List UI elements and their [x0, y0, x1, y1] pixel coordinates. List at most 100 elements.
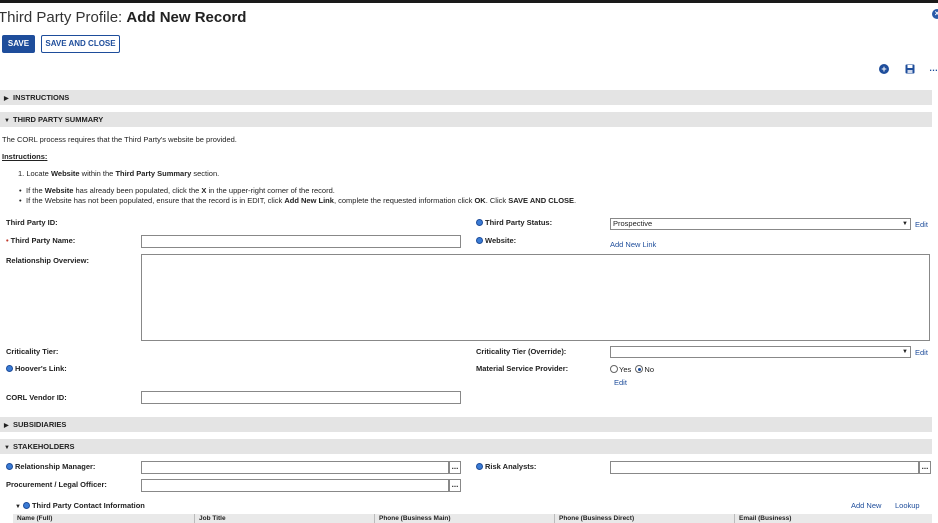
step1-text-d: Third Party Summary — [115, 169, 192, 178]
required-indicator-icon: • — [6, 236, 9, 245]
section-instructions-label: INSTRUCTIONS — [13, 93, 70, 102]
summary-intro-text: The CORL process requires that the Third… — [2, 135, 237, 144]
help-icon[interactable] — [22, 502, 30, 509]
save-button[interactable]: SAVE — [2, 35, 35, 53]
add-icon[interactable]: + — [879, 64, 889, 74]
hoovers-link-label-text: Hoover's Link: — [15, 364, 67, 373]
b2-text-b: Add New Link — [284, 196, 334, 205]
step1-text-c: within the — [79, 169, 116, 178]
third-party-name-label: • Third Party Name: — [6, 236, 75, 245]
relationship-manager-lookup-button[interactable]: ... — [449, 461, 461, 474]
help-icon[interactable] — [476, 219, 483, 226]
yes-radio-label[interactable]: Yes — [619, 365, 631, 374]
top-border — [0, 0, 938, 3]
relationship-manager-label: Relationship Manager: — [6, 462, 95, 471]
section-stakeholders-label: STAKEHOLDERS — [13, 442, 75, 451]
no-radio[interactable] — [635, 365, 644, 373]
criticality-tier-override-select[interactable]: ▼ — [610, 346, 911, 358]
collapse-arrow-icon: ▼ — [4, 445, 10, 451]
b1-text-e: in the upper-right corner of the record. — [206, 186, 335, 195]
contact-info-header-text: Third Party Contact Information — [31, 501, 145, 510]
third-party-name-label-text: Third Party Name: — [10, 236, 76, 245]
step1-text-b: Website — [50, 169, 80, 178]
procurement-officer-label: Procurement / Legal Officer: — [6, 480, 107, 489]
material-service-provider-label: Material Service Provider: — [476, 364, 569, 373]
step1-text-a: 1. Locate — [18, 169, 51, 178]
collapse-arrow-icon: ▼ — [15, 504, 21, 510]
third-party-status-label: Third Party Status: — [476, 218, 552, 227]
no-radio-label[interactable]: No — [644, 365, 654, 374]
instruction-step-1: 1. Locate Website within the Third Party… — [18, 169, 219, 178]
criticality-tier-edit-link[interactable]: Edit — [915, 348, 928, 357]
expand-arrow-icon: ▶ — [4, 423, 9, 429]
third-party-name-input[interactable] — [141, 235, 461, 248]
more-options-icon[interactable]: … — [929, 64, 938, 74]
close-icon[interactable]: × — [932, 9, 938, 19]
page-title: Third Party Profile: Add New Record — [0, 9, 246, 26]
third-party-status-label-text: Third Party Status: — [485, 218, 553, 227]
column-header-phone-direct[interactable]: Phone (Business Direct) — [555, 514, 735, 523]
website-label-text: Website: — [485, 236, 517, 245]
corl-vendor-id-input[interactable] — [141, 391, 461, 404]
b1-text-c: has already been populated, click the — [73, 186, 202, 195]
yes-radio[interactable] — [610, 365, 618, 373]
b2-text-d: OK — [474, 196, 486, 205]
risk-analysts-label-text: Risk Analysts: — [485, 462, 537, 471]
third-party-status-select[interactable]: Prospective ▼ — [610, 218, 911, 230]
b1-text-a: If the — [26, 186, 45, 195]
criticality-tier-override-label: Criticality Tier (Override): — [476, 347, 567, 356]
help-icon[interactable] — [6, 463, 13, 470]
column-header-job-title[interactable]: Job Title — [195, 514, 375, 523]
procurement-officer-input[interactable] — [141, 479, 449, 492]
step1-text-e: section. — [191, 169, 220, 178]
section-third-party-summary[interactable]: ▼ THIRD PARTY SUMMARY — [0, 112, 932, 127]
website-label: Website: — [476, 236, 516, 245]
b2-text-e: . Click — [485, 196, 509, 205]
relationship-manager-input[interactable] — [141, 461, 449, 474]
collapse-arrow-icon: ▼ — [4, 118, 10, 124]
dropdown-arrow-icon: ▼ — [902, 221, 908, 227]
section-subsidiaries-label: SUBSIDIARIES — [13, 420, 67, 429]
section-subsidiaries[interactable]: ▶ SUBSIDIARIES — [0, 417, 932, 432]
expand-arrow-icon: ▶ — [4, 96, 9, 102]
material-service-provider-options: Yes No — [610, 365, 654, 374]
risk-analysts-label: Risk Analysts: — [476, 462, 536, 471]
instruction-bullet-1: If the Website has already been populate… — [26, 186, 335, 195]
column-header-name[interactable]: Name (Full) — [13, 514, 195, 523]
bullet-icon: • — [19, 196, 22, 205]
contact-info-header[interactable]: ▼ Third Party Contact Information — [15, 501, 145, 510]
help-icon[interactable] — [6, 365, 13, 372]
help-icon[interactable] — [476, 237, 483, 244]
third-party-status-edit-link[interactable]: Edit — [915, 220, 928, 229]
add-new-link-link[interactable]: Add New Link — [610, 240, 656, 249]
material-service-provider-edit-link[interactable]: Edit — [614, 378, 627, 387]
section-instructions[interactable]: ▶ INSTRUCTIONS — [0, 90, 932, 105]
hoovers-link-label: Hoover's Link: — [6, 364, 67, 373]
lookup-contact-link[interactable]: Lookup — [895, 501, 920, 510]
procurement-officer-lookup-button[interactable]: ... — [449, 479, 461, 492]
help-icon[interactable] — [476, 463, 483, 470]
b2-text-c: , complete the requested information cli… — [333, 196, 475, 205]
floppy-disk-icon[interactable] — [905, 64, 915, 74]
save-and-close-button[interactable]: SAVE AND CLOSE — [41, 35, 120, 53]
page-title-prefix: Third Party Profile: — [0, 9, 127, 26]
b2-text-f: SAVE AND CLOSE — [508, 196, 575, 205]
section-summary-label: THIRD PARTY SUMMARY — [13, 115, 104, 124]
instructions-heading-text: Instructions — [2, 152, 45, 161]
b1-text-b: Website — [44, 186, 74, 195]
bullet-icon: • — [19, 186, 22, 195]
page-title-main: Add New Record — [126, 9, 247, 26]
corl-vendor-id-label: CORL Vendor ID: — [6, 393, 67, 402]
relationship-overview-label: Relationship Overview: — [6, 256, 89, 265]
risk-analysts-input[interactable] — [610, 461, 919, 474]
instructions-heading: Instructions: — [2, 152, 48, 161]
risk-analysts-lookup-button[interactable]: ... — [919, 461, 931, 474]
dropdown-arrow-icon: ▼ — [902, 349, 908, 355]
column-header-email[interactable]: Email (Business) — [735, 514, 932, 523]
column-header-phone-main[interactable]: Phone (Business Main) — [375, 514, 555, 523]
add-new-contact-link[interactable]: Add New — [851, 501, 881, 510]
relationship-overview-textarea[interactable] — [141, 254, 930, 341]
section-stakeholders[interactable]: ▼ STAKEHOLDERS — [0, 439, 932, 454]
criticality-tier-label: Criticality Tier: — [6, 347, 59, 356]
instruction-bullet-2: If the Website has not been populated, e… — [26, 196, 576, 205]
